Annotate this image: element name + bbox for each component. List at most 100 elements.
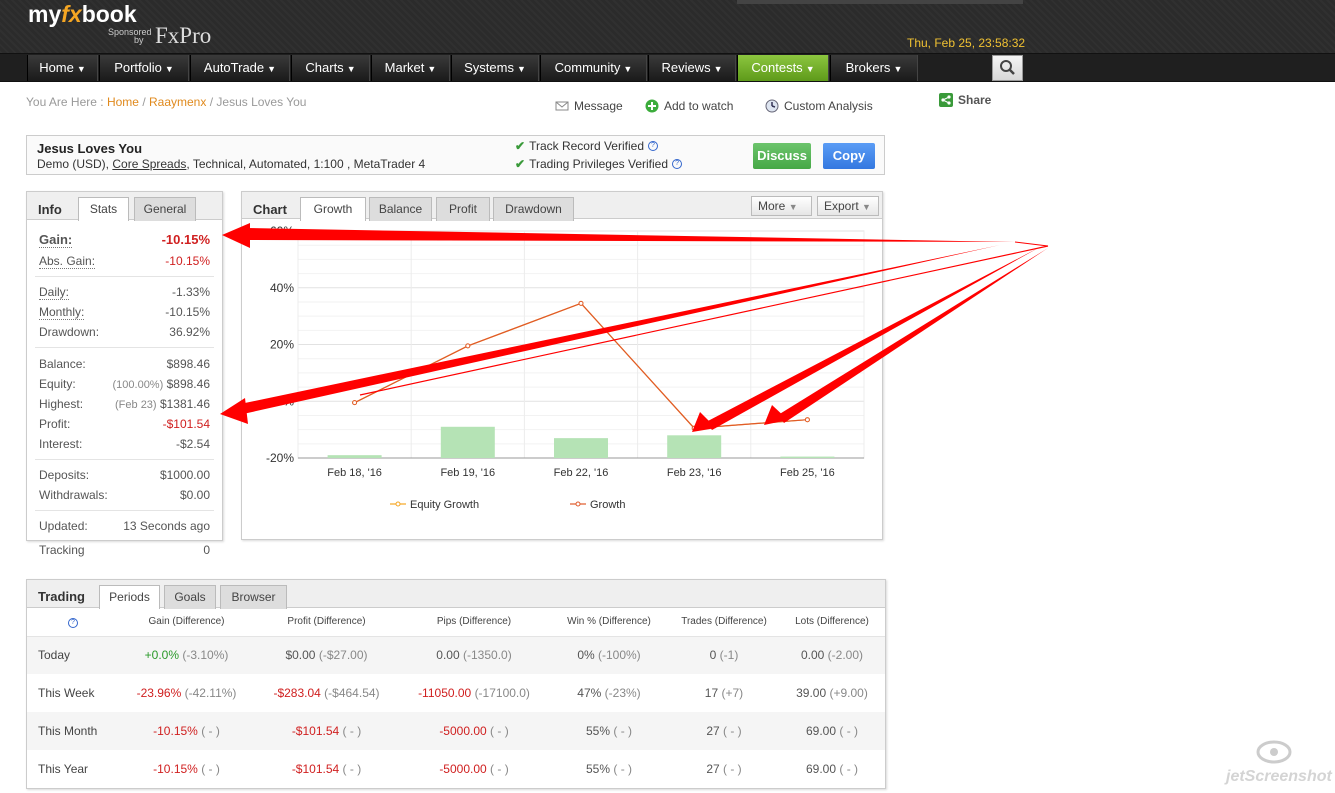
x-tick-label: Feb 19, '16 [440, 467, 495, 479]
legend-marker [395, 501, 401, 507]
fxpro-logo[interactable]: FxPro [155, 23, 211, 49]
system-title: Jesus Loves You [37, 141, 143, 156]
pips-difference: ( - ) [490, 724, 509, 738]
main-nav: Home ▼ Portfolio ▼ AutoTrade ▼ Charts ▼ Mark… [0, 53, 1335, 82]
win-cell: 55% ( - ) [549, 712, 669, 750]
nav-portfolio[interactable]: Portfolio ▼ [99, 55, 189, 81]
column-header: Lots (Difference) [779, 608, 885, 637]
trades-difference: ( - ) [723, 724, 742, 738]
profit-difference: ( - ) [342, 724, 362, 738]
win-value: 55% [585, 762, 611, 776]
help-icon[interactable]: ? [648, 141, 658, 151]
tab-periods[interactable]: Periods [99, 585, 160, 609]
help-icon[interactable]: ? [672, 159, 683, 169]
tab-goals[interactable]: Goals [164, 585, 216, 609]
tab-stats[interactable]: Stats [78, 197, 129, 221]
trading-panel: Trading Periods Goals Browser ? Gain (Di… [26, 579, 886, 789]
watermark-text: jetScreenshot [1226, 768, 1332, 785]
gain-value: -10.15% [153, 762, 198, 776]
profit-cell: -$101.54 ( - ) [254, 712, 399, 750]
nav-autotrade[interactable]: AutoTrade ▼ [190, 55, 290, 81]
sponsor-label: Sponsored by [108, 27, 152, 45]
column-header: Pips (Difference) [399, 608, 549, 637]
gain-difference: (-3.10%) [182, 648, 229, 663]
trades-difference: ( - ) [723, 762, 742, 776]
pips-difference: (-17100.0) [474, 686, 530, 700]
nav-systems[interactable]: Systems ▼ [451, 55, 539, 81]
profit-difference: (-$464.54) [324, 686, 380, 700]
discuss-button[interactable]: Discuss [753, 143, 811, 169]
system-summary-bar: Jesus Loves You Demo (USD), Core Spreads… [26, 135, 885, 175]
equity-row: Equity: (100.00%) $898.46 [39, 377, 210, 391]
x-tick-label: Feb 18, '16 [327, 467, 382, 479]
message-action[interactable]: Message [555, 99, 623, 113]
interest-row: Interest: -$2.54 [39, 437, 210, 451]
lots-value: 69.00 [805, 762, 837, 776]
search-button[interactable] [992, 55, 1023, 81]
nav-community[interactable]: Community ▼ [540, 55, 647, 81]
profit-value: -$101.54 [291, 724, 340, 738]
add-to-watch-action[interactable]: Add to watch [645, 99, 733, 113]
column-header: Profit (Difference) [254, 608, 399, 637]
lots-difference: ( - ) [839, 724, 859, 738]
nav-home[interactable]: Home ▼ [27, 55, 98, 81]
core-spreads-link[interactable]: Core Spreads [112, 157, 186, 171]
help-header[interactable]: ? [27, 608, 119, 637]
growth-bar [667, 435, 722, 458]
pips-cell: -11050.00 (-17100.0) [399, 674, 549, 712]
trades-cell: 27 ( - ) [669, 712, 779, 750]
nav-contests[interactable]: Contests ▼ [737, 55, 829, 81]
nav-market[interactable]: Market ▼ [371, 55, 450, 81]
site-header: myfxbook Sponsored by FxPro Thu, Feb 25, … [0, 0, 1335, 53]
lots-difference: (+9.00) [829, 686, 868, 700]
nav-reviews[interactable]: Reviews ▼ [648, 55, 736, 81]
data-point [691, 425, 697, 431]
tab-browser[interactable]: Browser [220, 585, 287, 609]
win-difference: (-100%) [598, 648, 641, 663]
pips-value: -5000.00 [439, 762, 487, 776]
pips-value: -5000.00 [439, 724, 487, 738]
breadcrumb-user-link[interactable]: Raaymenx [149, 95, 206, 109]
trades-cell: 27 ( - ) [669, 750, 779, 788]
tab-general[interactable]: General [134, 197, 196, 221]
tracking-row: Tracking 0 [39, 543, 210, 557]
period-cell: Today [27, 636, 119, 674]
add-to-watch-label: Add to watch [664, 99, 734, 113]
copy-button[interactable]: Copy [823, 143, 875, 169]
deposits-row: Deposits: $1000.00 [39, 468, 210, 482]
withdrawals-row: Withdrawals: $0.00 [39, 488, 210, 502]
lots-difference: ( - ) [839, 762, 859, 776]
table-header-row: ? Gain (Difference) Profit (Difference) … [27, 608, 885, 637]
gain-cell: -10.15% ( - ) [119, 712, 254, 750]
pips-value: -11050.00 [418, 686, 472, 700]
data-point [352, 400, 358, 406]
breadcrumb-home-link[interactable]: Home [107, 95, 139, 109]
gain-difference: (-42.11%) [184, 686, 237, 700]
period-cell: This Week [38, 686, 95, 700]
y-tick-label: -20% [266, 451, 294, 465]
share-action[interactable]: Share [939, 93, 991, 107]
column-header: Gain (Difference) [119, 608, 254, 637]
x-tick-label: Feb 23, '16 [667, 467, 722, 479]
lots-value: 69.00 [805, 724, 837, 738]
check-icon: ✔ [515, 139, 526, 153]
trades-cell: 0 (-1) [669, 636, 779, 674]
gain-cell: -23.96% (-42.11%) [119, 674, 254, 712]
gain-row: Gain: -10.15% [39, 232, 210, 248]
legend-marker [575, 501, 581, 507]
lots-cell: 0.00 (-2.00) [779, 636, 885, 674]
gain-value: -23.96% [136, 686, 182, 700]
help-icon[interactable]: ? [68, 617, 78, 628]
custom-analysis-action[interactable]: Custom Analysis [765, 99, 873, 113]
table-row: Today +0.0% (-3.10%) $0.00 (-$27.00) 0.00 (… [27, 636, 885, 674]
trading-privileges-verified: ✔ Trading Privileges Verified ? [515, 157, 683, 171]
profit-value: $0.00 [285, 648, 316, 663]
nav-brokers[interactable]: Brokers ▼ [830, 55, 918, 81]
divider [35, 276, 214, 277]
win-value: 0% [577, 648, 595, 663]
nav-charts[interactable]: Charts ▼ [291, 55, 370, 81]
win-cell: 47% (-23%) [549, 674, 669, 712]
win-difference: (-23%) [604, 686, 641, 700]
win-difference: ( - ) [613, 762, 633, 776]
myfxbook-logo[interactable]: myfxbook [28, 1, 137, 28]
